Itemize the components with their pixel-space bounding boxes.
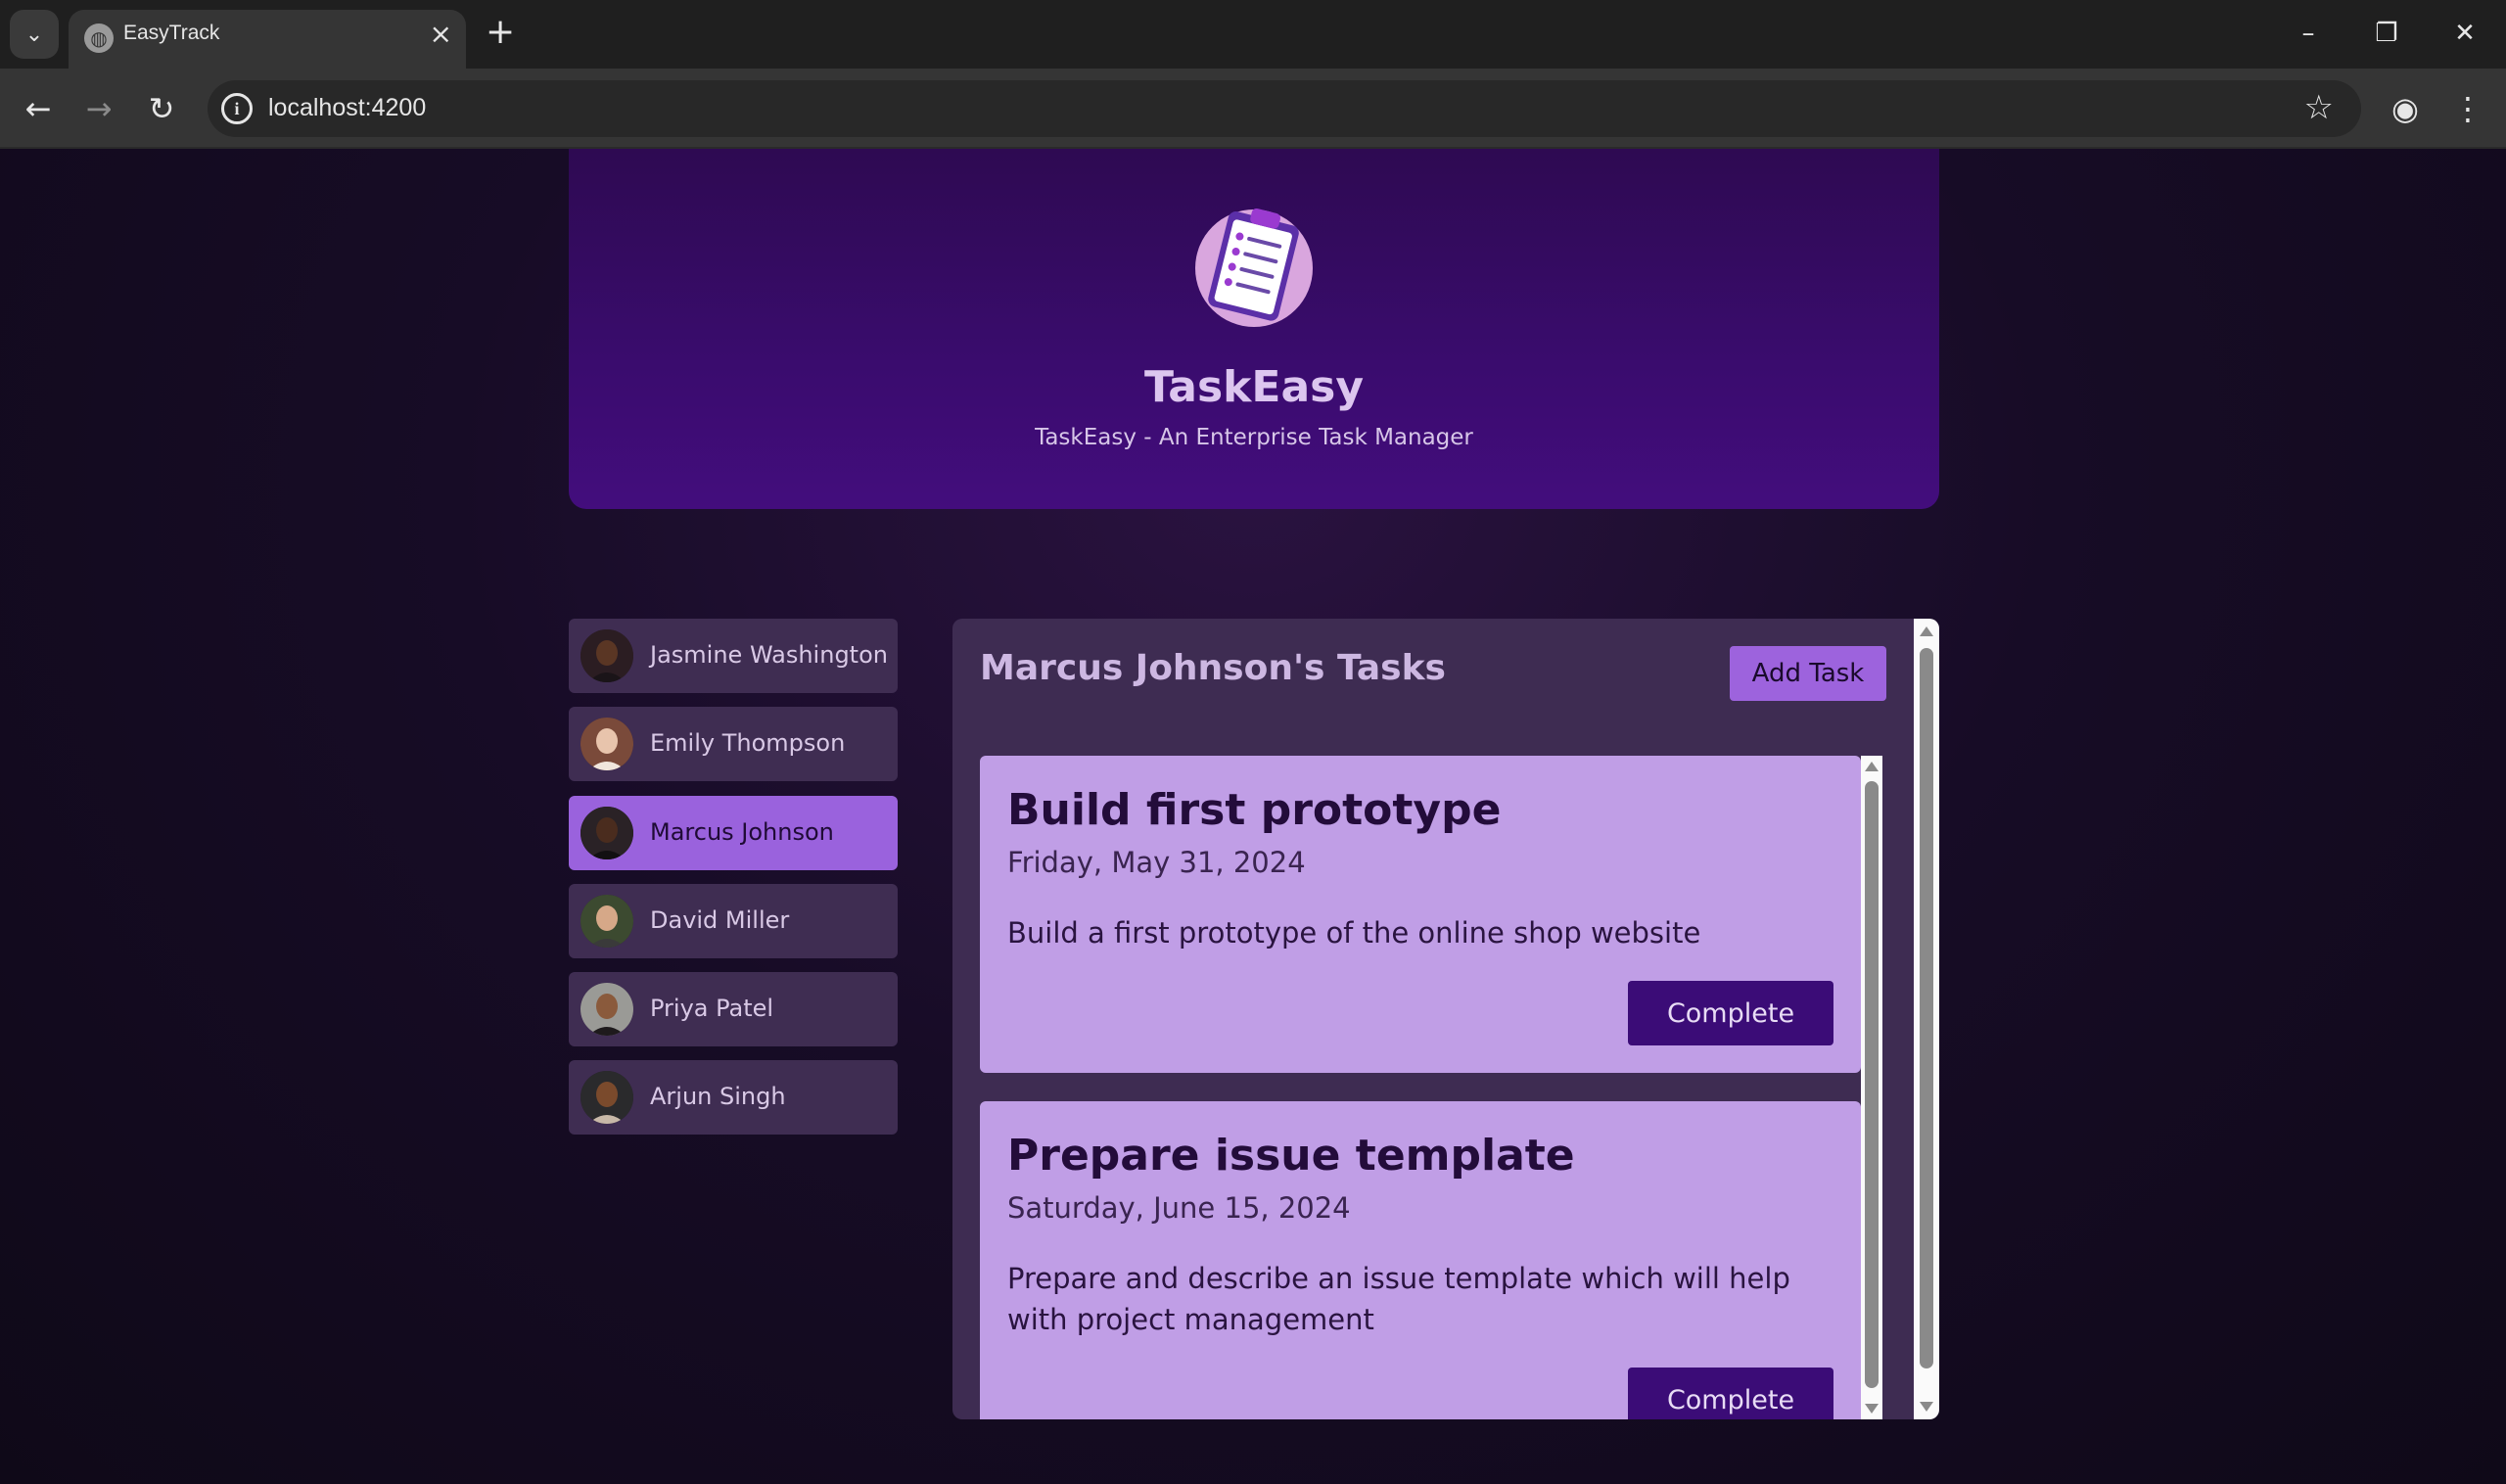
scroll-up-icon[interactable] [1920, 626, 1933, 636]
chevron-down-icon: ⌄ [24, 22, 44, 47]
user-item-emily-thompson[interactable]: Emily Thompson [569, 707, 898, 781]
reload-icon[interactable]: ↻ [141, 88, 182, 129]
add-task-button[interactable]: Add Task [1730, 646, 1886, 701]
avatar [580, 718, 633, 770]
task-list[interactable]: Build first prototype Friday, May 31, 20… [980, 756, 1882, 1419]
tasks-title: Marcus Johnson's Tasks [980, 648, 1446, 688]
page-viewport: TaskEasy TaskEasy - An Enterprise Task M… [0, 149, 2506, 1484]
task-date: Friday, May 31, 2024 [1007, 846, 1306, 879]
complete-button[interactable]: Complete [1628, 981, 1833, 1045]
app-subtitle: TaskEasy - An Enterprise Task Manager [1035, 425, 1473, 450]
user-item-jasmine-washington[interactable]: Jasmine Washington [569, 619, 898, 693]
app-header: TaskEasy TaskEasy - An Enterprise Task M… [569, 149, 1939, 509]
scroll-down-icon[interactable] [1920, 1402, 1933, 1412]
plus-icon[interactable]: + [486, 12, 515, 52]
profile-icon[interactable]: ◉ [2383, 86, 2428, 131]
info-icon[interactable]: i [221, 93, 253, 124]
tab-search-button[interactable]: ⌄ [10, 10, 59, 59]
user-name: Marcus Johnson [650, 818, 834, 846]
avatar [580, 1071, 633, 1124]
restore-icon[interactable]: ❐ [2357, 12, 2416, 55]
scrollbar-thumb[interactable] [1865, 781, 1879, 1388]
tasks-panel: Marcus Johnson's Tasks Add Task Build fi… [952, 619, 1939, 1419]
user-item-marcus-johnson[interactable]: Marcus Johnson [569, 796, 898, 870]
user-item-priya-patel[interactable]: Priya Patel [569, 972, 898, 1046]
avatar [580, 895, 633, 948]
user-name: Arjun Singh [650, 1083, 786, 1110]
avatar [580, 629, 633, 682]
task-card: Prepare issue template Saturday, June 15… [980, 1101, 1861, 1419]
avatar [580, 807, 633, 859]
tasks-panel-scrollbar[interactable] [1914, 619, 1939, 1419]
task-title: Build first prototype [1007, 785, 1502, 835]
forward-arrow-icon[interactable]: → [78, 88, 119, 129]
task-title: Prepare issue template [1007, 1131, 1575, 1181]
task-list-scrollbar[interactable] [1861, 756, 1882, 1419]
user-item-arjun-singh[interactable]: Arjun Singh [569, 1060, 898, 1135]
scroll-down-icon[interactable] [1865, 1404, 1879, 1414]
kebab-menu-icon[interactable]: ⋮ [2445, 86, 2490, 131]
scroll-up-icon[interactable] [1865, 762, 1879, 771]
star-icon[interactable]: ☆ [2304, 88, 2334, 127]
globe-icon: ◍ [84, 23, 114, 53]
task-description: Prepare and describe an issue template w… [1007, 1262, 1790, 1336]
user-item-david-miller[interactable]: David Miller [569, 884, 898, 958]
browser-tab-strip: ⌄ ◍ EasyTrack × + – ❐ ✕ [0, 0, 2506, 69]
task-card: Build first prototype Friday, May 31, 20… [980, 756, 1861, 1073]
browser-tab[interactable]: ◍ EasyTrack × [69, 10, 466, 69]
scrollbar-thumb[interactable] [1920, 648, 1933, 1368]
back-arrow-icon[interactable]: ← [18, 88, 59, 129]
user-name: Priya Patel [650, 995, 774, 1022]
task-date: Saturday, June 15, 2024 [1007, 1191, 1351, 1225]
minimize-icon[interactable]: – [2279, 12, 2338, 55]
browser-toolbar: ← → ↻ i localhost:4200 ☆ ◉ ⋮ [0, 69, 2506, 149]
close-icon[interactable]: × [430, 18, 452, 50]
task-description: Build a first prototype of the online sh… [1007, 916, 1701, 950]
avatar [580, 983, 633, 1036]
complete-button[interactable]: Complete [1628, 1368, 1833, 1419]
url-text[interactable]: localhost:4200 [268, 94, 426, 122]
user-name: Emily Thompson [650, 729, 846, 757]
tab-title: EasyTrack [123, 22, 220, 44]
user-name: Jasmine Washington [650, 641, 888, 669]
app-title: TaskEasy [1143, 362, 1365, 412]
clipboard-logo-icon [1195, 208, 1313, 327]
user-name: David Miller [650, 906, 790, 934]
close-window-icon[interactable]: ✕ [2436, 12, 2494, 55]
address-bar[interactable]: i localhost:4200 ☆ [208, 80, 2361, 137]
